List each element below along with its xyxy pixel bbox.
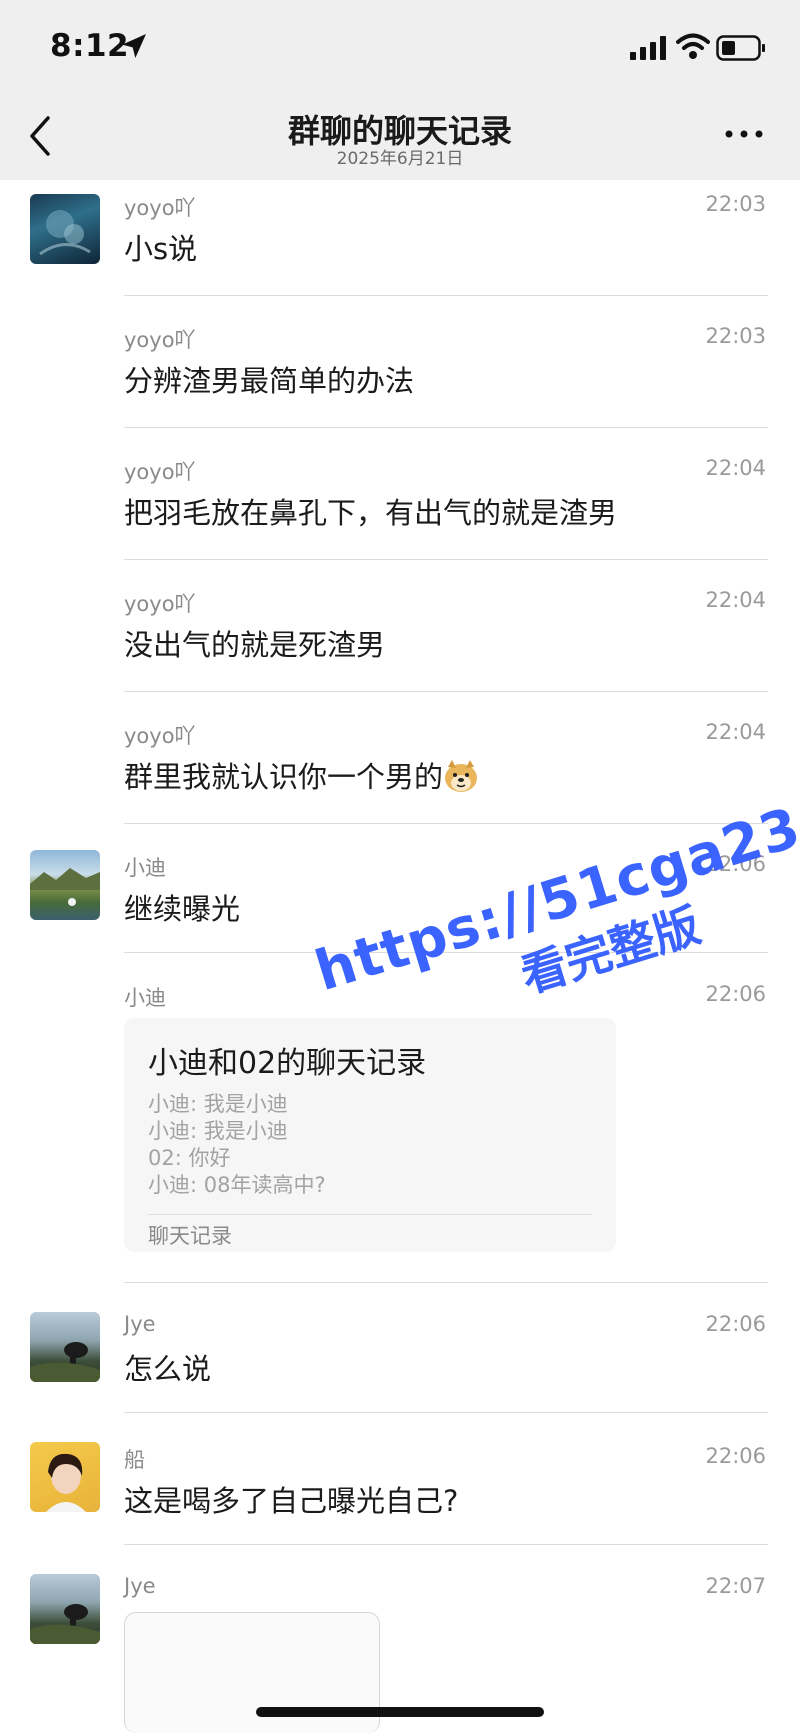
message-time: 22:07 [705,1574,766,1598]
sender-name: Jye [124,1312,156,1336]
card-line: 02: 你好 [148,1146,231,1170]
message-time: 22:06 [705,982,766,1006]
message-text: 怎么说 [124,1352,212,1386]
message-time: 22:06 [705,1444,766,1468]
status-bar: 8:12 [0,0,800,95]
card-title: 小迪和02的聊天记录 [148,1046,427,1081]
cellular-signal-icon [630,36,666,60]
page-date: 2025年6月21日 [336,149,464,169]
battery-icon [716,35,765,61]
avatar[interactable] [30,1442,100,1512]
wifi-icon [676,33,710,59]
top-bar: 8:12 群聊的聊天记录 2025年6月21日 [0,0,800,180]
avatar[interactable] [30,850,100,920]
avatar[interactable] [30,1574,100,1644]
sender-name: 小迪 [124,986,166,1010]
sender-name: Jye [124,1574,156,1598]
avatar[interactable] [30,194,100,264]
doge-emoji-icon [445,760,478,792]
message-text: 群里我就认识你一个男的 [124,754,479,796]
message-text: 这是喝多了自己曝光自己? [124,1484,459,1518]
message-text: 分辨渣男最简单的办法 [124,364,415,398]
message-time: 22:03 [705,324,766,348]
sender-name: yoyo吖 [124,592,196,616]
sender-name: yoyo吖 [124,196,196,220]
chat-record-card[interactable]: 小迪和02的聊天记录 小迪: 我是小迪 小迪: 我是小迪 02: 你好 小迪: … [124,1018,616,1252]
sender-name: yoyo吖 [124,328,196,352]
message-time: 22:03 [705,192,766,216]
message-time: 22:04 [705,720,766,744]
message-time: 22:04 [705,456,766,480]
home-indicator[interactable] [256,1707,544,1717]
card-line: 小迪: 我是小迪 [148,1092,288,1116]
more-options-icon[interactable] [724,128,764,140]
sender-name: yoyo吖 [124,460,196,484]
card-divider [148,1214,592,1215]
message-text-body: 群里我就认识你一个男的 [124,760,444,794]
sender-name: 船 [124,1448,145,1472]
message-text: 小s说 [124,232,198,266]
sender-name: yoyo吖 [124,724,196,748]
message-text: 继续曝光 [124,892,241,926]
divider [124,1412,768,1413]
divider [124,823,768,824]
divider [124,559,768,560]
avatar[interactable] [30,1312,100,1382]
message-time: 22:06 [705,1312,766,1336]
sender-name: 小迪 [124,856,166,880]
divider [124,691,768,692]
divider [124,1544,768,1545]
message-text: 没出气的就是死渣男 [124,628,386,662]
message-time: 22:04 [705,588,766,612]
location-arrow-icon [122,34,146,58]
card-line: 小迪: 08年读高中? [148,1173,326,1197]
divider [124,1282,768,1283]
message-text: 把羽毛放在鼻孔下，有出气的就是渣男 [124,496,618,530]
card-footer: 聊天记录 [148,1224,232,1248]
card-line: 小迪: 我是小迪 [148,1119,288,1143]
divider [124,295,768,296]
divider [124,427,768,428]
